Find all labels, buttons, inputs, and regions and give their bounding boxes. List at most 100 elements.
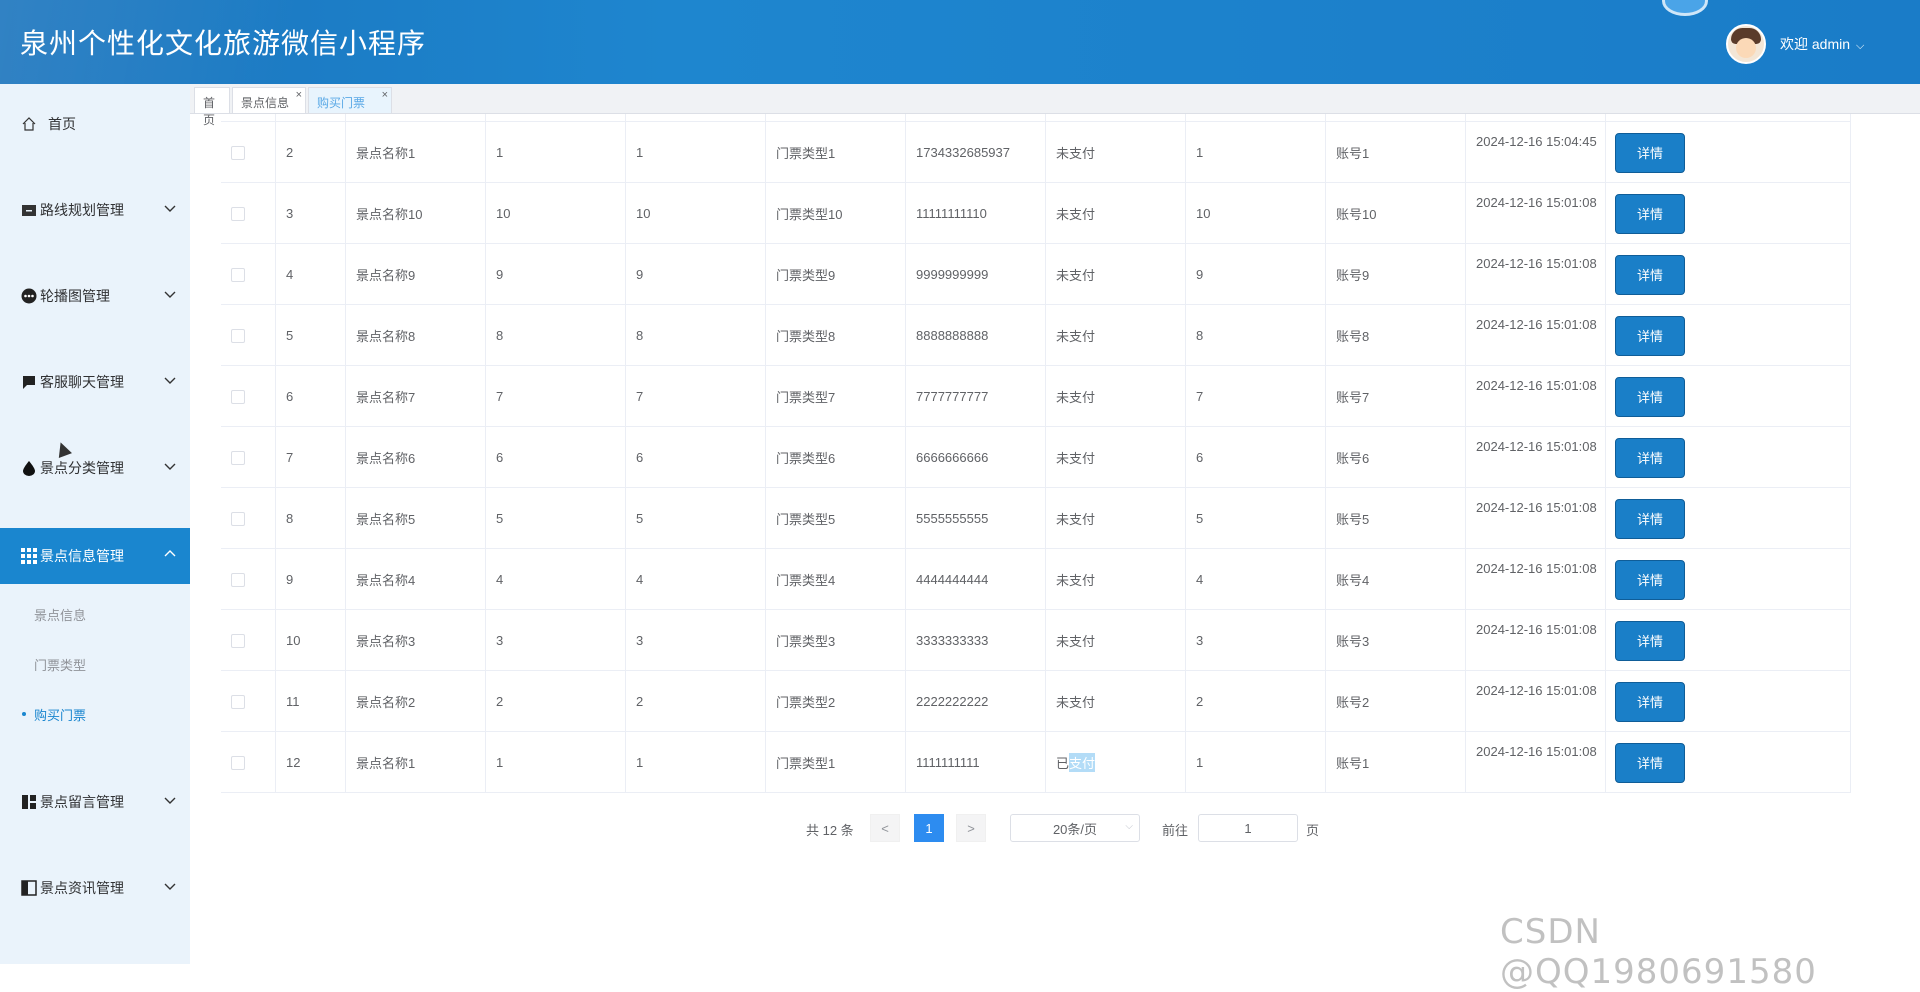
table-row: 11 景点名称2 2 2 门票类型2 2222222222 未支付 2 账号2 2024-12-1… — [221, 671, 1851, 732]
row-checkbox[interactable] — [231, 267, 245, 282]
actions-cell: 详情 — [1606, 549, 1851, 610]
row-checkbox[interactable] — [231, 511, 245, 526]
status-cell: 未支付 — [1046, 549, 1186, 610]
detail-button[interactable]: 详情 — [1615, 559, 1685, 600]
cell-phone: 1111111111 — [906, 732, 1046, 793]
cell-id: 9 — [276, 549, 346, 610]
cell-c8: 1 — [1186, 122, 1326, 183]
detail-button[interactable]: 详情 — [1615, 315, 1685, 356]
sidebar-item-label: 轮播图管理 — [40, 288, 110, 304]
detail-button[interactable]: 详情 — [1615, 193, 1685, 234]
status-text: 未支付 — [1056, 634, 1096, 649]
cell-account: 账号3 — [1326, 610, 1466, 671]
detail-button[interactable]: 详情 — [1615, 681, 1685, 722]
checkbox-cell — [221, 305, 276, 366]
page-size-select[interactable]: 20条/页 ⌵ — [1010, 814, 1140, 842]
row-checkbox[interactable] — [231, 328, 245, 343]
cell-account: 账号7 — [1326, 366, 1466, 427]
user-avatar[interactable] — [1726, 24, 1766, 64]
cell-c3: 7 — [486, 366, 626, 427]
sidebar-item-scenic-info[interactable]: 景点信息管理 — [0, 528, 190, 584]
cell-c4: 8 — [626, 305, 766, 366]
cell-c3: 4 — [486, 549, 626, 610]
cell-type: 门票类型6 — [766, 427, 906, 488]
cell-account: 账号10 — [1326, 183, 1466, 244]
actions-cell: 详情 — [1606, 488, 1851, 549]
cell-c4: 3 — [626, 610, 766, 671]
detail-button[interactable]: 详情 — [1615, 742, 1685, 783]
row-checkbox[interactable] — [231, 389, 245, 404]
actions-cell: 详情 — [1606, 671, 1851, 732]
prev-page-button[interactable]: < — [870, 814, 900, 842]
tab-scenic-info[interactable]: 景点信息 × — [232, 87, 306, 113]
watermark: CSDN @QQ1980691580 — [1500, 912, 1817, 992]
detail-button[interactable]: 详情 — [1615, 132, 1685, 173]
cell-account: 账号2 — [1326, 671, 1466, 732]
cell-name: 景点名称7 — [346, 366, 486, 427]
submenu-item-buy-ticket[interactable]: 购买门票 — [0, 694, 190, 734]
sidebar-item-route[interactable]: 路线规划管理 — [0, 182, 190, 238]
cell-c8: 1 — [1186, 732, 1326, 793]
cell-time: 2024-12-16 15:01:08 — [1466, 244, 1606, 305]
status-text: 未支付 — [1056, 146, 1096, 161]
goto-page-input[interactable]: 1 — [1198, 814, 1298, 842]
pagination: 共 12 条 < 1 > 20条/页 ⌵ 前往 1 页 — [0, 814, 1920, 844]
cell-type: 门票类型10 — [766, 183, 906, 244]
table-row: 2 景点名称1 1 1 门票类型1 1734332685937 未支付 1 账号1 2024-12… — [221, 122, 1851, 183]
chevron-down-icon — [164, 883, 176, 890]
next-page-button[interactable]: > — [956, 814, 986, 842]
close-icon[interactable]: × — [382, 89, 388, 101]
submenu-item-scenic-info[interactable]: 景点信息 — [0, 594, 190, 634]
row-checkbox[interactable] — [231, 694, 245, 709]
cell-c3: 5 — [486, 488, 626, 549]
cell-account: 账号1 — [1326, 732, 1466, 793]
status-cell: 未支付 — [1046, 488, 1186, 549]
cell-c4: 1 — [626, 122, 766, 183]
detail-button[interactable]: 详情 — [1615, 254, 1685, 295]
detail-button[interactable]: 详情 — [1615, 498, 1685, 539]
cell-id: 8 — [276, 488, 346, 549]
detail-button[interactable]: 详情 — [1615, 376, 1685, 417]
cell-type: 门票类型2 — [766, 671, 906, 732]
chevron-down-icon — [164, 797, 176, 804]
table-row: 7 景点名称6 6 6 门票类型6 6666666666 未支付 6 账号6 2024-12-16… — [221, 427, 1851, 488]
cell-id: 12 — [276, 732, 346, 793]
sidebar-item-category[interactable]: 景点分类管理 — [0, 440, 190, 496]
cell-type: 门票类型9 — [766, 244, 906, 305]
sidebar-item-carousel[interactable]: 轮播图管理 — [0, 268, 190, 324]
status-text: 未支付 — [1056, 207, 1096, 222]
row-checkbox[interactable] — [231, 633, 245, 648]
tab-buy-ticket[interactable]: 购买门票 × — [308, 87, 392, 113]
row-checkbox[interactable] — [231, 755, 245, 770]
row-checkbox[interactable] — [231, 572, 245, 587]
detail-button[interactable]: 详情 — [1615, 437, 1685, 478]
checkbox-cell — [221, 427, 276, 488]
checkbox-cell — [221, 549, 276, 610]
chevron-up-icon — [164, 550, 176, 557]
checkbox-cell — [221, 671, 276, 732]
status-cell: 未支付 — [1046, 244, 1186, 305]
row-checkbox[interactable] — [231, 450, 245, 465]
sidebar-item-chat[interactable]: 客服聊天管理 — [0, 354, 190, 410]
sidebar-item-home[interactable]: 首页 — [0, 96, 190, 152]
cell-c8: 10 — [1186, 183, 1326, 244]
status-cell: 未支付 — [1046, 122, 1186, 183]
close-icon[interactable]: × — [296, 89, 302, 101]
chevron-down-icon — [164, 205, 176, 212]
status-text-selected: 支付 — [1069, 753, 1096, 772]
cell-c8: 7 — [1186, 366, 1326, 427]
user-menu[interactable]: 欢迎 admin ⌵ — [1780, 34, 1864, 54]
status-cell: 未支付 — [1046, 610, 1186, 671]
row-checkbox[interactable] — [231, 145, 245, 160]
status-cell: 未支付 — [1046, 366, 1186, 427]
tab-home[interactable]: 首页 — [194, 87, 230, 127]
submenu-item-ticket-type[interactable]: 门票类型 — [0, 644, 190, 684]
cell-account: 账号8 — [1326, 305, 1466, 366]
detail-button[interactable]: 详情 — [1615, 620, 1685, 661]
page-1-button[interactable]: 1 — [914, 814, 944, 842]
row-checkbox[interactable] — [231, 206, 245, 221]
sidebar-item-news[interactable]: 景点资讯管理 — [0, 860, 190, 916]
submenu-label: 门票类型 — [34, 657, 87, 673]
cell-name: 景点名称9 — [346, 244, 486, 305]
cell-name: 景点名称5 — [346, 488, 486, 549]
